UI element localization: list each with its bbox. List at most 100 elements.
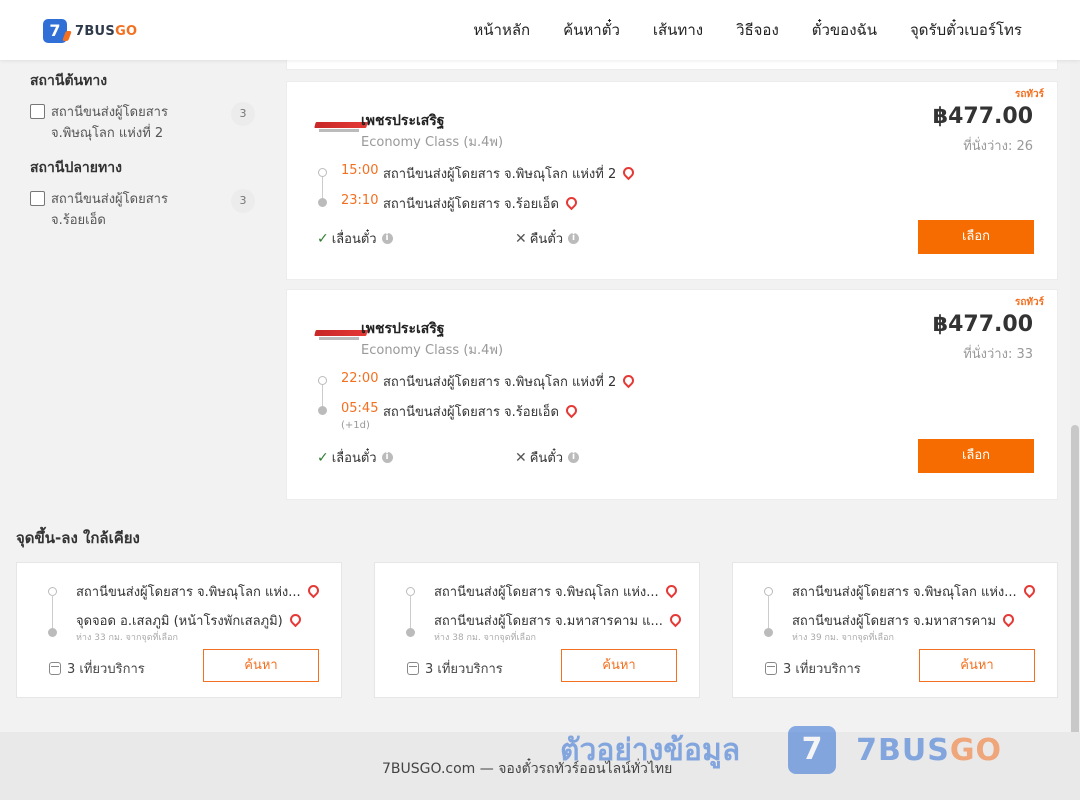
- map-pin-icon[interactable]: [305, 582, 321, 599]
- reschedule-policy: ✓ เลื่อนตั๋ว i: [317, 228, 393, 249]
- filter-destination-label: สถานีขนส่งผู้โดยสาร จ.ร้อยเอ็ด: [51, 192, 168, 228]
- filter-origin-label: สถานีขนส่งผู้โดยสาร จ.พิษณุโลก แห่งที่ 2: [51, 105, 168, 141]
- nav-search-tickets[interactable]: ค้นหาตั๋ว: [563, 18, 620, 42]
- nearby-trips: 3 เที่ยวบริการ: [407, 658, 503, 679]
- select-trip-button[interactable]: เลือก: [918, 220, 1034, 254]
- route-line: [322, 176, 323, 200]
- nearby-from: สถานีขนส่งผู้โดยสาร จ.พิษณุโลก แห่ง...: [434, 581, 679, 602]
- map-pin-icon[interactable]: [620, 372, 637, 389]
- map-pin-icon[interactable]: [287, 611, 304, 628]
- bus-icon: [765, 662, 777, 675]
- nearby-search-button[interactable]: ค้นหา: [919, 649, 1035, 682]
- nearby-to: สถานีขนส่งผู้โดยสาร จ.มหาสารคาม: [792, 610, 1017, 631]
- trip-card: รถทัวร์ เพชรประเสริฐ Economy Class (ม.4พ…: [286, 289, 1058, 500]
- site-logo[interactable]: 7 7BUSGO: [43, 19, 137, 43]
- filter-destination-checkbox[interactable]: [30, 191, 45, 206]
- filter-destination-count: 3: [231, 189, 255, 213]
- filter-origin-count: 3: [231, 102, 255, 126]
- destination-dot-icon: [406, 628, 415, 637]
- watermark-text: ตัวอย่างข้อมูล: [560, 732, 741, 768]
- filter-origin-checkbox[interactable]: [30, 104, 45, 119]
- route-line: [322, 384, 323, 408]
- bus-type-tag: รถทัวร์: [1014, 89, 1044, 100]
- bus-class: Economy Class (ม.4พ): [361, 135, 504, 150]
- map-pin-icon[interactable]: [620, 164, 637, 181]
- map-pin-icon[interactable]: [563, 402, 580, 419]
- bus-icon: [49, 662, 61, 675]
- nearby-card: สถานีขนส่งผู้โดยสาร จ.พิษณุโลก แห่ง... ส…: [374, 562, 700, 698]
- filter-destination-option[interactable]: สถานีขนส่งผู้โดยสาร จ.ร้อยเอ็ด 3: [30, 189, 255, 231]
- nearby-distance: ห่าง 38 กม. จากจุดที่เลือก: [434, 633, 536, 643]
- nearby-section-title: จุดขึ้น-ลง ใกล้เคียง: [16, 529, 140, 547]
- scrollbar[interactable]: [1070, 60, 1080, 800]
- operator-name: เพชรประเสริฐ: [361, 321, 445, 337]
- nav-ticket-pickup[interactable]: จุดรับตั๋วเบอร์โทร: [910, 18, 1022, 42]
- nearby-card: สถานีขนส่งผู้โดยสาร จ.พิษณุโลก แห่ง... ส…: [732, 562, 1058, 698]
- nearby-distance: ห่าง 39 กม. จากจุดที่เลือก: [792, 633, 894, 643]
- main-nav: หน้าหลัก ค้นหาตั๋ว เส้นทาง วิธีจอง ตั๋วข…: [473, 18, 1022, 42]
- nearby-from: สถานีขนส่งผู้โดยสาร จ.พิษณุโลก แห่ง...: [76, 581, 321, 602]
- filter-origin-title: สถานีต้นทาง: [30, 73, 108, 89]
- bus-icon: [407, 662, 419, 675]
- top-header: 7 7BUSGO หน้าหลัก ค้นหาตั๋ว เส้นทาง วิธี…: [0, 0, 1080, 60]
- bus-class: Economy Class (ม.4พ): [361, 343, 504, 358]
- map-pin-icon[interactable]: [663, 582, 679, 599]
- seats-available: ที่นั่งว่าง: 33: [963, 347, 1033, 362]
- refund-policy: ✕ คืนตั๋ว i: [515, 228, 580, 249]
- nearby-search-button[interactable]: ค้นหา: [203, 649, 319, 682]
- arrive-station: สถานีขนส่งผู้โดยสาร จ.ร้อยเอ็ด: [383, 401, 580, 422]
- nearby-search-button[interactable]: ค้นหา: [561, 649, 677, 682]
- map-pin-icon[interactable]: [1000, 611, 1017, 628]
- nav-my-tickets[interactable]: ตั๋วของฉัน: [812, 18, 877, 42]
- filter-origin-option[interactable]: สถานีขนส่งผู้โดยสาร จ.พิษณุโลก แห่งที่ 2 …: [30, 102, 255, 144]
- operator-logo: [314, 122, 368, 134]
- seats-available: ที่นั่งว่าง: 26: [963, 139, 1033, 154]
- nearby-distance: ห่าง 33 กม. จากจุดที่เลือก: [76, 633, 178, 643]
- depart-dot-icon: [318, 376, 327, 385]
- route-line: [52, 595, 53, 631]
- depart-station: สถานีขนส่งผู้โดยสาร จ.พิษณุโลก แห่งที่ 2: [383, 371, 637, 392]
- watermark-logo-icon: 7: [788, 726, 837, 774]
- depart-dot-icon: [318, 168, 327, 177]
- nearby-from: สถานีขนส่งผู้โดยสาร จ.พิษณุโลก แห่ง...: [792, 581, 1037, 602]
- info-icon[interactable]: i: [381, 452, 393, 463]
- sample-watermark: ตัวอย่างข้อมูล 7 7BUSGO: [560, 726, 1002, 774]
- arrive-time: 23:10: [341, 193, 379, 208]
- map-pin-icon[interactable]: [563, 194, 580, 211]
- nearby-to: จุดจอด อ.เสลภูมิ (หน้าโรงพักเสลภูมิ): [76, 610, 304, 631]
- arrive-dot-icon: [318, 198, 327, 207]
- nav-how-to-book[interactable]: วิธีจอง: [736, 18, 779, 42]
- nav-routes[interactable]: เส้นทาง: [653, 18, 703, 42]
- operator-logo: [314, 330, 368, 342]
- nearby-card: สถานีขนส่งผู้โดยสาร จ.พิษณุโลก แห่ง... จ…: [16, 562, 342, 698]
- logo-badge-icon: 7: [43, 19, 67, 43]
- nearby-trips: 3 เที่ยวบริการ: [49, 658, 145, 679]
- filter-destination-title: สถานีปลายทาง: [30, 160, 122, 176]
- arrive-station: สถานีขนส่งผู้โดยสาร จ.ร้อยเอ็ด: [383, 193, 580, 214]
- info-icon[interactable]: i: [568, 452, 580, 463]
- watermark-brand: 7BUSGO: [856, 732, 1002, 768]
- map-pin-icon[interactable]: [1021, 582, 1037, 599]
- nearby-to: สถานีขนส่งผู้โดยสาร จ.มหาสารคาม แ...: [434, 610, 684, 631]
- filter-destination: สถานีปลายทาง สถานีขนส่งผู้โดยสาร จ.ร้อยเอ…: [30, 157, 255, 231]
- next-day-indicator: (+1d): [341, 420, 370, 431]
- info-icon[interactable]: i: [568, 233, 580, 244]
- cross-icon: ✕: [515, 230, 527, 247]
- check-icon: ✓: [317, 449, 329, 466]
- ticket-price: ฿477.00: [932, 104, 1033, 129]
- map-pin-icon[interactable]: [667, 611, 684, 628]
- trip-card: รถทัวร์ เพชรประเสริฐ Economy Class (ม.4พ…: [286, 81, 1058, 280]
- nav-home[interactable]: หน้าหลัก: [473, 18, 530, 42]
- select-trip-button[interactable]: เลือก: [918, 439, 1034, 473]
- depart-station: สถานีขนส่งผู้โดยสาร จ.พิษณุโลก แห่งที่ 2: [383, 163, 637, 184]
- destination-dot-icon: [48, 628, 57, 637]
- check-icon: ✓: [317, 230, 329, 247]
- operator-name: เพชรประเสริฐ: [361, 113, 445, 129]
- ticket-price: ฿477.00: [932, 312, 1033, 337]
- reschedule-policy: ✓ เลื่อนตั๋ว i: [317, 447, 393, 468]
- depart-time: 15:00: [341, 163, 379, 178]
- info-icon[interactable]: i: [381, 233, 393, 244]
- cross-icon: ✕: [515, 449, 527, 466]
- bus-type-tag: รถทัวร์: [1014, 297, 1044, 308]
- refund-policy: ✕ คืนตั๋ว i: [515, 447, 580, 468]
